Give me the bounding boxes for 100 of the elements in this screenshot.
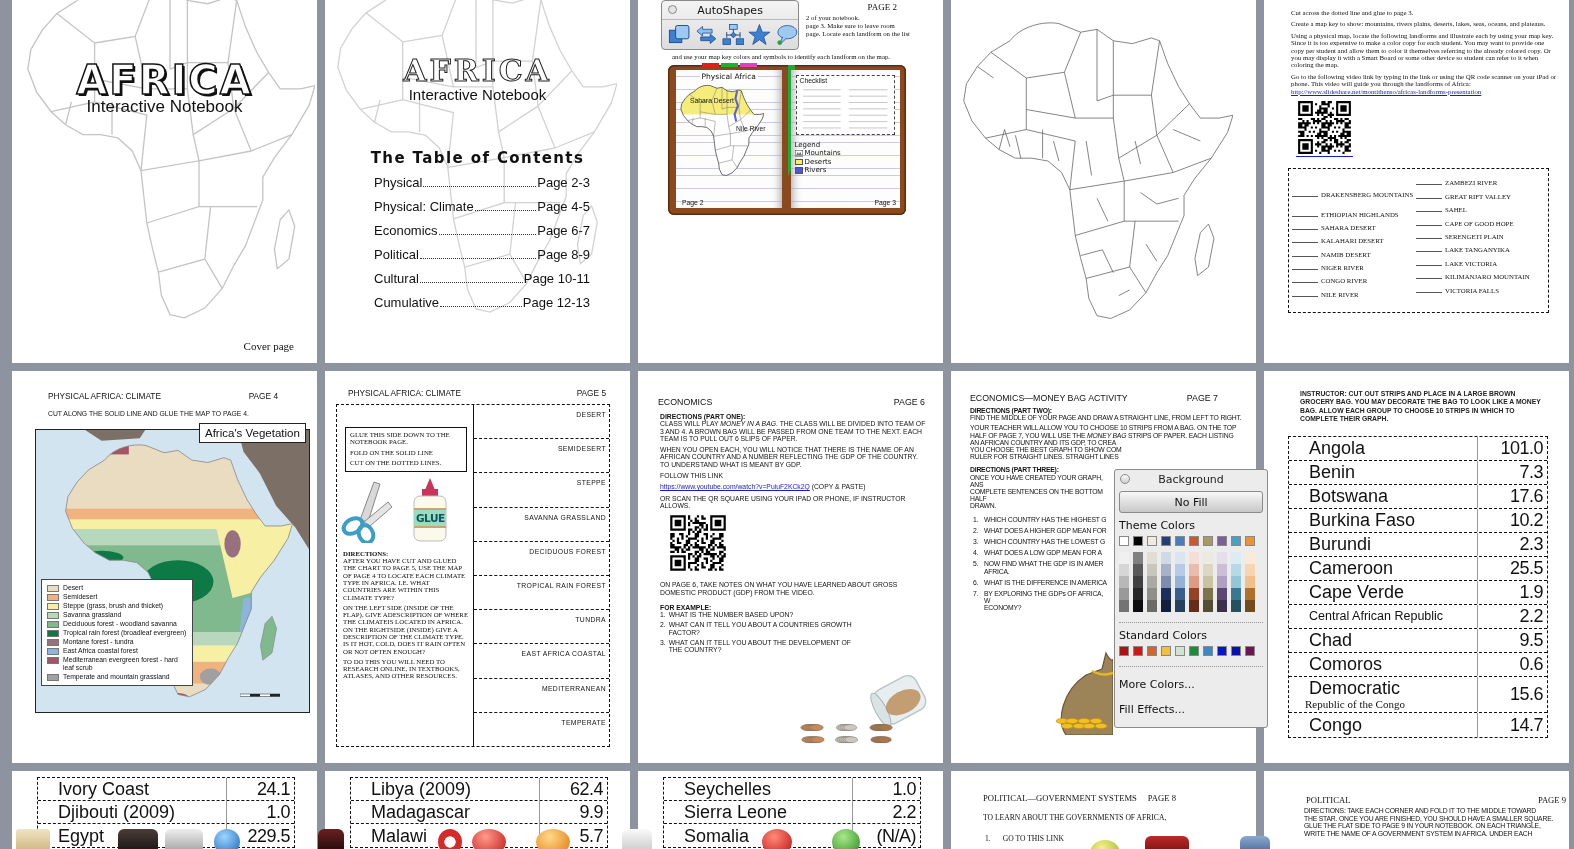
color-swatch-icon[interactable] — [1133, 564, 1143, 576]
no-fill-button[interactable]: No Fill — [1119, 491, 1263, 513]
color-swatch-icon[interactable] — [1245, 552, 1255, 564]
color-swatch-icon[interactable] — [1203, 646, 1213, 656]
color-swatch-icon[interactable] — [1161, 600, 1171, 612]
country-name: Egypt — [58, 825, 105, 846]
color-swatch-icon[interactable] — [1217, 536, 1227, 546]
color-swatch-icon[interactable] — [1119, 564, 1129, 576]
color-swatch-icon[interactable] — [1161, 576, 1171, 588]
color-swatch-icon[interactable] — [1189, 536, 1199, 546]
color-swatch-icon[interactable] — [1175, 588, 1185, 600]
color-swatch-icon[interactable] — [1161, 564, 1171, 576]
color-swatch-icon[interactable] — [1203, 536, 1213, 546]
color-swatch-icon[interactable] — [1189, 564, 1199, 576]
color-swatch-icon[interactable] — [1147, 646, 1157, 656]
color-swatch-icon[interactable] — [1189, 588, 1199, 600]
color-swatch-icon[interactable] — [1231, 646, 1241, 656]
color-swatch-icon[interactable] — [1231, 564, 1241, 576]
menu-item[interactable]: More Colors... — [1119, 678, 1195, 692]
flowchart-icon[interactable] — [721, 23, 745, 47]
slide-thumbnail[interactable] — [325, 371, 630, 763]
color-swatch-icon[interactable] — [1119, 536, 1129, 546]
qr-code-icon[interactable] — [1296, 99, 1353, 158]
color-swatch-icon[interactable] — [1203, 576, 1213, 588]
color-swatch-icon[interactable] — [1245, 646, 1255, 656]
color-swatch-icon[interactable] — [1245, 576, 1255, 588]
color-swatch-icon[interactable] — [1147, 600, 1157, 612]
close-icon[interactable] — [1120, 474, 1130, 484]
color-swatch-icon[interactable] — [1203, 588, 1213, 600]
color-swatch-icon[interactable] — [1119, 600, 1129, 612]
slide-thumbnail[interactable] — [638, 371, 943, 763]
slide-thumbnail[interactable]: Libya (2009) 62.4 Madagascar 9.9 Malawi 5.7 — [325, 771, 630, 849]
color-swatch-icon[interactable] — [1217, 576, 1227, 588]
color-swatch-icon[interactable] — [1175, 576, 1185, 588]
color-swatch-icon[interactable] — [1231, 576, 1241, 588]
app-icon[interactable] — [118, 829, 158, 849]
slide-thumbnail[interactable]: AFRICA Interactive Notebook The Table of Contents Physical Page 2-3 Physical: Climate Page 4-5 Economics Page 6-7 Political Page 8-9 Cultural Page 10-11 Cumulative Page 12-13 — [325, 0, 630, 363]
color-swatch-icon[interactable] — [1175, 536, 1185, 546]
color-swatch-icon[interactable] — [1245, 588, 1255, 600]
color-swatch-icon[interactable] — [1231, 536, 1241, 546]
country-name: Madagascar — [371, 802, 471, 822]
close-icon[interactable] — [668, 5, 677, 14]
color-swatch-icon[interactable] — [1161, 646, 1171, 656]
slide-thumbnail[interactable] — [638, 0, 943, 363]
color-swatch-icon[interactable] — [1217, 646, 1227, 656]
color-swatch-icon[interactable] — [1133, 600, 1143, 612]
color-swatch-icon[interactable] — [1119, 588, 1129, 600]
country-name: Djibouti (2009) — [58, 802, 176, 822]
color-swatch-icon[interactable] — [1119, 646, 1129, 656]
slide-thumbnail[interactable]: Seychelles 1.0 Sierra Leone 2.2 Somalia (N/A) — [638, 771, 943, 849]
color-swatch-icon[interactable] — [1119, 576, 1129, 588]
color-swatch-icon[interactable] — [1217, 552, 1227, 564]
color-swatch-icon[interactable] — [1147, 536, 1157, 546]
color-swatch-icon[interactable] — [1133, 646, 1143, 656]
color-swatch-icon[interactable] — [1189, 646, 1199, 656]
menu-item[interactable]: Fill Effects... — [1119, 703, 1186, 717]
color-swatch-icon[interactable] — [1203, 564, 1213, 576]
color-swatch-icon[interactable] — [1217, 564, 1227, 576]
color-swatch-icon[interactable] — [1245, 536, 1255, 546]
color-swatch-icon[interactable] — [1133, 536, 1143, 546]
speech-bubble-icon[interactable] — [775, 23, 798, 47]
star-icon[interactable] — [748, 23, 772, 47]
color-swatch-icon[interactable] — [1231, 600, 1241, 612]
color-swatch-icon[interactable] — [1161, 588, 1171, 600]
color-swatch-icon[interactable] — [1161, 536, 1171, 546]
color-swatch-icon[interactable] — [1147, 564, 1157, 576]
color-swatch-icon[interactable] — [1175, 564, 1185, 576]
app-icon[interactable] — [318, 829, 344, 849]
color-swatch-icon[interactable] — [1147, 552, 1157, 564]
color-swatch-icon[interactable] — [1175, 600, 1185, 612]
color-swatch-icon[interactable] — [1189, 576, 1199, 588]
color-swatch-icon[interactable] — [1175, 552, 1185, 564]
color-swatch-icon[interactable] — [1217, 588, 1227, 600]
slide-thumbnail[interactable] — [12, 371, 317, 763]
color-swatch-icon[interactable] — [1133, 576, 1143, 588]
double-arrow-icon[interactable] — [694, 23, 718, 47]
color-swatch-icon[interactable] — [1119, 552, 1129, 564]
gdp-value: 9.5 — [1519, 630, 1543, 651]
slide-thumbnail[interactable]: AFRICA Interactive Notebook Cover page — [12, 0, 317, 363]
color-swatch-icon[interactable] — [1161, 552, 1171, 564]
slide-thumbnail[interactable] — [1264, 0, 1569, 363]
color-swatch-icon[interactable] — [1203, 552, 1213, 564]
color-swatch-icon[interactable] — [1147, 576, 1157, 588]
section-label: Standard Colors — [1119, 629, 1207, 642]
slide-thumbnail[interactable] — [1264, 371, 1569, 763]
color-swatch-icon[interactable] — [1217, 600, 1227, 612]
color-swatch-icon[interactable] — [1189, 552, 1199, 564]
color-swatch-icon[interactable] — [1245, 600, 1255, 612]
scale-bar-icon — [240, 693, 280, 699]
color-swatch-icon[interactable] — [1245, 564, 1255, 576]
slide-thumbnail[interactable] — [951, 0, 1256, 363]
color-swatch-icon[interactable] — [1175, 646, 1185, 656]
color-swatch-icon[interactable] — [1231, 588, 1241, 600]
color-swatch-icon[interactable] — [1133, 588, 1143, 600]
color-swatch-icon[interactable] — [1203, 600, 1213, 612]
color-swatch-icon[interactable] — [1133, 552, 1143, 564]
color-swatch-icon[interactable] — [1231, 552, 1241, 564]
color-swatch-icon[interactable] — [1147, 588, 1157, 600]
color-swatch-icon[interactable] — [1189, 600, 1199, 612]
qr-code-icon[interactable] — [668, 513, 728, 574]
